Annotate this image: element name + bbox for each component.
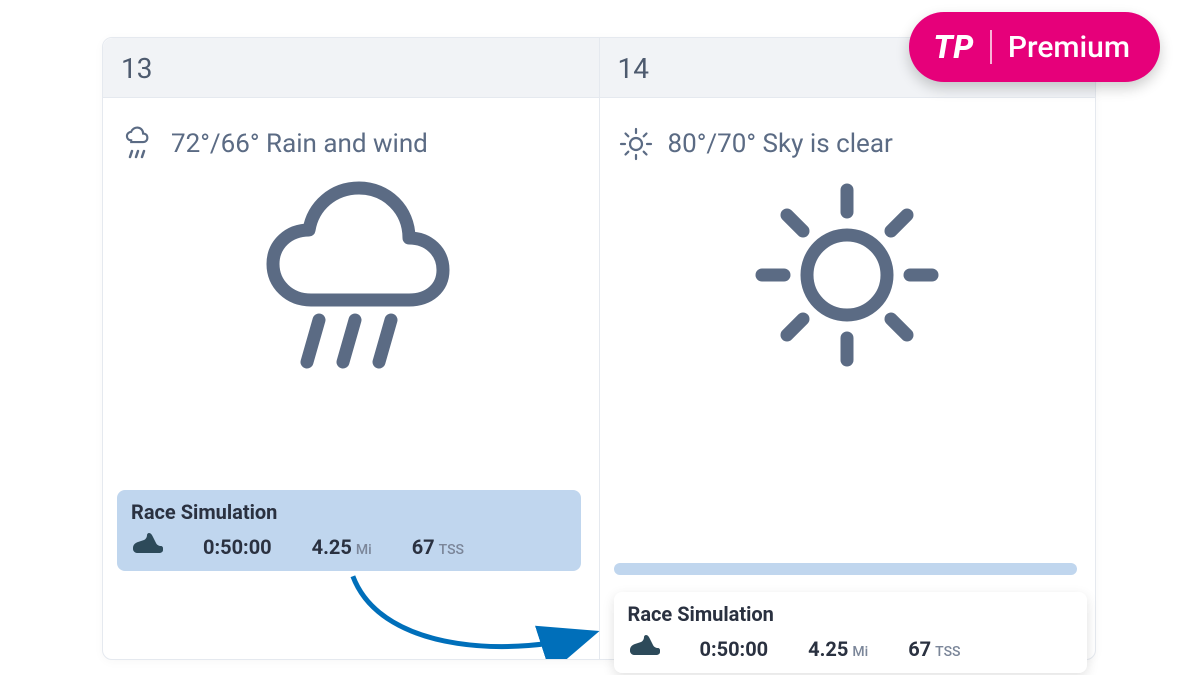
- workout-title: Race Simulation: [628, 602, 1074, 626]
- badge-separator: [990, 30, 992, 64]
- workout-tss: 67TSS: [908, 637, 960, 661]
- workout-distance: 4.25Mi: [312, 535, 372, 559]
- day-column-13[interactable]: 72°/66° Rain and wind Race Simulation: [103, 98, 599, 659]
- badge-label: Premium: [1008, 30, 1130, 65]
- calendar-panel: 13 14 72°/66° Rain and wind: [102, 37, 1096, 660]
- day-header-13[interactable]: 13: [103, 38, 599, 97]
- premium-badge[interactable]: TP Premium: [909, 12, 1160, 82]
- workout-distance: 4.25Mi: [808, 637, 868, 661]
- workout-stats: 0:50:00 4.25Mi 67TSS: [628, 634, 1074, 661]
- workout-stats: 0:50:00 4.25Mi 67TSS: [131, 532, 567, 559]
- brand-logo: TP: [933, 28, 974, 66]
- workout-duration: 0:50:00: [700, 637, 769, 661]
- run-icon: [131, 532, 163, 554]
- rain-cloud-icon: [241, 170, 461, 380]
- weather-summary-14: 80°/70° Sky is clear: [618, 126, 1078, 162]
- workout-title: Race Simulation: [131, 500, 567, 524]
- weather-text: 72°/66° Rain and wind: [171, 129, 428, 159]
- drop-target-bar[interactable]: [614, 563, 1078, 575]
- run-icon: [628, 634, 660, 656]
- weather-large-icon-14: [618, 170, 1078, 380]
- workout-duration: 0:50:00: [203, 535, 272, 559]
- weather-large-icon-13: [121, 170, 581, 380]
- sun-icon: [618, 126, 654, 162]
- calendar-body: 72°/66° Rain and wind Race Simulation: [103, 98, 1095, 659]
- weather-text: 80°/70° Sky is clear: [668, 129, 893, 159]
- rain-icon: [121, 126, 157, 162]
- day-column-14[interactable]: 80°/70° Sky is clear: [599, 98, 1096, 659]
- workout-card-dest[interactable]: Race Simulation 0:50:00 4.25Mi 67TSS: [614, 592, 1088, 673]
- workout-tss: 67TSS: [412, 535, 464, 559]
- sun-large-icon: [737, 170, 957, 380]
- workout-card-source[interactable]: Race Simulation 0:50:00 4.25Mi 67TSS: [117, 490, 581, 571]
- weather-summary-13: 72°/66° Rain and wind: [121, 126, 581, 162]
